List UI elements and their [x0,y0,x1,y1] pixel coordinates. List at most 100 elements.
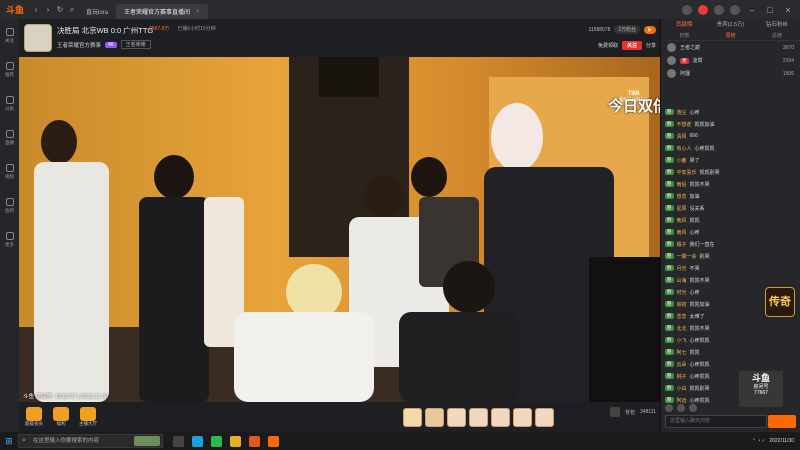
chat-username[interactable]: 有心人 [677,145,692,152]
chat-text: 凯凯加油 [694,121,715,128]
clock[interactable]: 2022/11/30 [769,438,794,444]
douyu-icon[interactable] [268,435,279,447]
sidebar-item-video[interactable]: 视频 [0,155,19,189]
chat-username[interactable]: 云朵 [677,361,687,368]
hall-button[interactable]: 主播大厅 [79,407,97,427]
search-icon[interactable]: ⌕ [66,5,78,15]
rank-score: 1506 [782,70,794,77]
gift-item[interactable] [535,408,554,427]
chat-username[interactable]: 雨后 [677,181,687,188]
maximize-icon[interactable]: □ [764,5,776,15]
windows-start-icon[interactable]: ⊞ [0,432,18,450]
chat-username[interactable]: 橘子 [677,241,687,248]
chat-username[interactable]: 小白 [677,385,687,392]
app-logo[interactable]: 斗鱼 [0,0,30,19]
chat-username[interactable]: 山海 [677,277,687,284]
chat-username[interactable]: 桃子 [677,373,687,380]
download-icon[interactable] [730,4,740,15]
avatar [667,69,676,78]
sidebar-item-follow[interactable]: 关注 [0,19,19,53]
subtab-week[interactable]: 周榜 [707,31,753,40]
minimize-icon[interactable]: – [746,5,758,15]
chat-username[interactable]: 如初 [677,301,687,308]
folder-icon[interactable] [230,435,241,447]
tray-icons[interactable]: ⌃ ◔ ♪ [752,438,765,444]
backpack-button[interactable]: 背包 [625,409,635,416]
avatar[interactable] [682,4,692,15]
chat-input[interactable]: 这里输入聊天内容 [665,415,767,428]
chat-username[interactable]: 星辰 [677,205,687,212]
chat-username[interactable]: 北北 [677,325,687,332]
category-tag[interactable]: 王者荣耀 [120,40,151,49]
game-icon[interactable]: ▶ [644,25,656,34]
welfare-button[interactable]: 福利 [53,407,69,427]
share-button[interactable]: 分享 [646,42,656,49]
gift-item[interactable] [491,408,510,427]
promo-banner[interactable]: 传奇 [765,287,795,317]
rank-row[interactable]: 贵凌霄 2104 [661,54,800,67]
avatar[interactable] [24,24,52,52]
taskbar-search[interactable]: 在这里输入你要搜索的内容 [18,434,163,448]
chat-username[interactable]: 阿远 [677,397,687,404]
gift-item[interactable] [403,408,422,427]
chat-username[interactable]: 南风 [677,229,687,236]
chat-username[interactable]: 晚风 [677,217,687,224]
rank-name: 王者之巅 [680,45,701,51]
tab-contribution[interactable]: 贡献榜 [661,19,707,31]
tab-diamond[interactable]: 钻石粉丝 [754,19,800,31]
app-icon[interactable] [249,435,260,447]
chat-username[interactable]: 月光 [677,265,687,272]
gift-item[interactable] [425,408,444,427]
chat-message: 粉小鹿 哭了 [661,154,800,166]
barrage-icon[interactable] [677,404,685,412]
gift-item[interactable] [513,408,532,427]
sidebar-item-more[interactable]: 更多 [0,223,19,257]
sidebar-item-fishbar[interactable]: 鱼吧 [0,189,19,223]
sidebar-item-live[interactable]: 直播 [0,121,19,155]
chat-username[interactable]: 平安喜乐 [677,169,697,176]
chat-username[interactable]: 想念 [677,193,687,200]
chat-username[interactable]: 落尘 [677,109,687,116]
avatar [667,43,676,52]
sidebar-item-recommend[interactable]: 推荐 [0,53,19,87]
send-button[interactable] [768,415,796,428]
subtab-day[interactable]: 日榜 [661,31,707,40]
gift-item[interactable] [447,408,466,427]
video-player[interactable]: TiMiESPORTS 今日双倍 斗鱼 房间号: 1863767 | 2022.… [19,57,660,402]
chat-username[interactable]: 一期一会 [677,253,697,260]
follow-button[interactable]: 关注 [621,41,642,50]
tab-1[interactable]: 王者荣耀官方赛事直播间 × [116,4,208,19]
settings-icon[interactable] [689,404,697,412]
chat-list[interactable]: 粉落尘 心疼粉不想走 凯凯加油粉清风 666 粉有心人 心疼凯凯粉小鹿 哭了粉平安喜乐 凯凯别… [661,106,800,411]
emoji-icon[interactable] [665,404,673,412]
free-claim[interactable]: 免费领取 [598,42,618,49]
history-icon[interactable] [714,4,724,15]
close-icon[interactable]: × [782,5,794,15]
chat-username[interactable]: 清风 [677,133,687,140]
chat-username[interactable]: 不想走 [677,121,692,128]
tab-0[interactable]: 直玩lora [78,4,116,19]
task-view-icon[interactable] [173,435,184,447]
refresh-icon[interactable]: ↻ [54,5,66,14]
rank-row[interactable]: 王者之巅 3670 [661,41,800,54]
close-tab-icon[interactable]: × [196,9,200,15]
vip-button[interactable]: 超级会员 [25,407,43,427]
fish-ball-icon[interactable] [610,407,621,417]
fans-badge[interactable]: 2万粉丝 [614,25,641,34]
subtab-total[interactable]: 总榜 [754,31,800,40]
wechat-icon[interactable] [211,435,222,447]
chat-username[interactable]: 念念 [677,313,687,320]
chat-username[interactable]: 时光 [677,289,687,296]
tab-vip[interactable]: 贵宾(2.5万) [707,19,753,31]
back-icon[interactable]: ‹ [30,5,42,14]
forward-icon[interactable]: › [42,5,54,14]
message-icon[interactable] [698,4,708,15]
anchor-name[interactable]: 王者荣耀官方赛事 [57,41,101,49]
sidebar-item-category[interactable]: 分类 [0,87,19,121]
chat-username[interactable]: 阿七 [677,349,687,356]
edge-icon[interactable] [192,435,203,447]
chat-username[interactable]: 小鹿 [677,157,687,164]
chat-username[interactable]: 小飞 [677,337,687,344]
gift-item[interactable] [469,408,488,427]
rank-row[interactable]: 阿狸 1506 [661,67,800,80]
